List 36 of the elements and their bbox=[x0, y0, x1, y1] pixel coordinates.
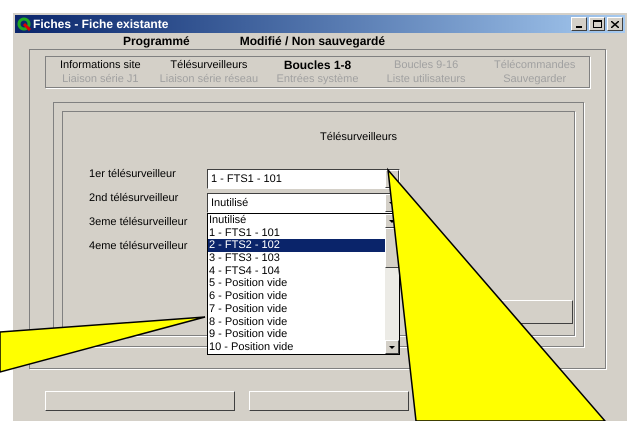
dropdown-option[interactable]: Inutilisé bbox=[208, 214, 385, 227]
tab[interactable]: Boucles 1-8 bbox=[263, 58, 372, 72]
dropdown-option[interactable]: 2 - FTS2 - 102 bbox=[208, 239, 385, 252]
close-icon bbox=[611, 20, 619, 28]
scrollbar[interactable] bbox=[385, 214, 399, 354]
field-label: 3eme télésurveilleur bbox=[89, 215, 188, 230]
tab[interactable]: Informations site bbox=[46, 58, 155, 72]
combo-value: 1 - FTS1 - 101 bbox=[210, 172, 283, 187]
tab[interactable]: Télésurveilleurs bbox=[154, 58, 264, 72]
close-button[interactable] bbox=[607, 17, 623, 31]
maximize-icon bbox=[592, 20, 602, 28]
scroll-down-button[interactable] bbox=[385, 340, 399, 354]
minimize-button[interactable] bbox=[571, 17, 587, 31]
bottom-button[interactable] bbox=[249, 391, 409, 411]
maximize-button[interactable] bbox=[589, 17, 605, 31]
window-title: Fiches - Fiche existante bbox=[33, 16, 168, 33]
panel-title: Télésurveilleurs bbox=[320, 130, 398, 145]
status-text: Programmé bbox=[123, 33, 190, 50]
dropdown-option[interactable]: 1 - FTS1 - 101 bbox=[208, 226, 385, 240]
app-logo-icon bbox=[17, 17, 31, 31]
status-text: Modifié / Non sauvegardé bbox=[240, 33, 386, 50]
dropdown-option[interactable]: 6 - Position vide bbox=[208, 290, 385, 303]
dropdown-option[interactable]: 8 - Position vide bbox=[208, 316, 385, 328]
dropdown-option[interactable]: 10 - Position vide bbox=[208, 340, 385, 354]
combo-box[interactable]: 1 - FTS1 - 101 bbox=[207, 169, 400, 189]
field-label: 1er télésurveilleur bbox=[89, 167, 177, 182]
field-label: 2nd télésurveilleur bbox=[89, 191, 180, 206]
dropdown-option[interactable]: 5 - Position vide bbox=[208, 277, 385, 290]
bottom-button[interactable] bbox=[45, 391, 235, 411]
combo-value: Inutilisé bbox=[210, 196, 250, 211]
dropdown-option[interactable]: 4 - FTS4 - 104 bbox=[208, 264, 385, 278]
minimize-icon bbox=[576, 26, 582, 28]
field-label: 4eme télésurveilleur bbox=[89, 239, 188, 254]
dropdown-option[interactable]: 3 - FTS3 - 103 bbox=[208, 252, 385, 265]
dropdown-option[interactable]: 9 - Position vide bbox=[208, 328, 385, 341]
dropdown-option[interactable]: 7 - Position vide bbox=[208, 302, 385, 316]
